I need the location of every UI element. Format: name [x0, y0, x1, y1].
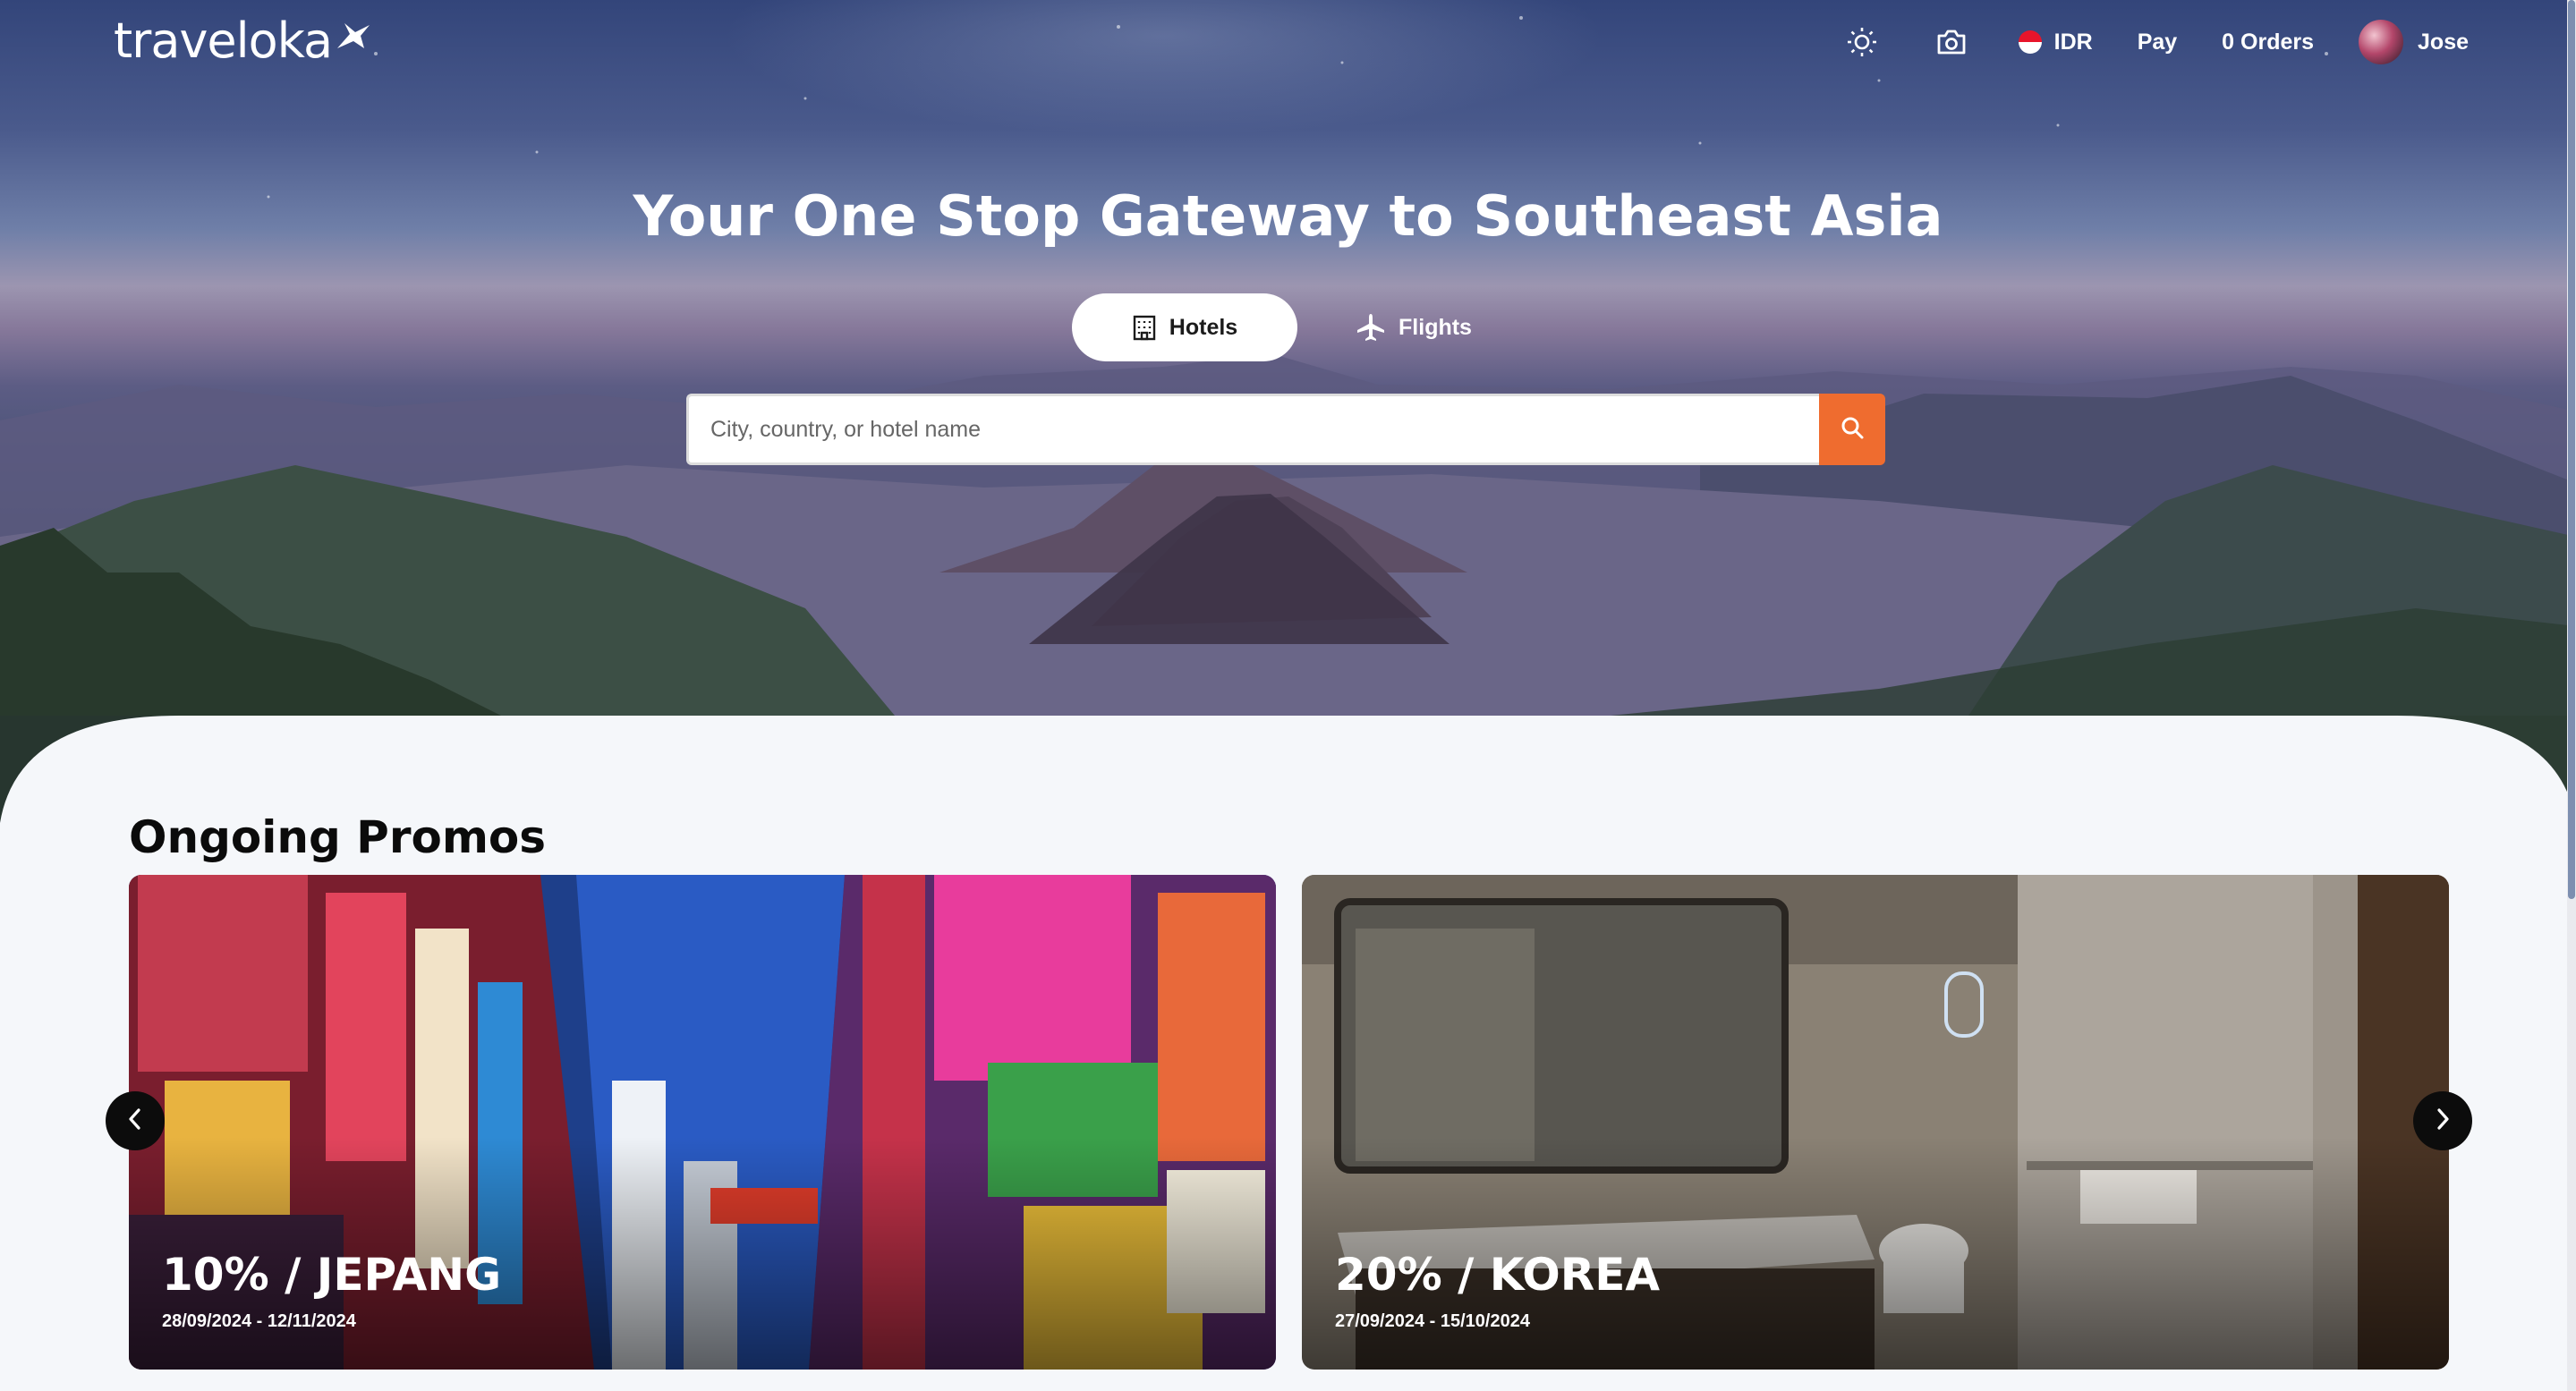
- user-name: Jose: [2418, 29, 2469, 55]
- search-bar: [686, 394, 1885, 465]
- search-input[interactable]: [686, 394, 1819, 465]
- logo-text: traveloka: [114, 13, 333, 69]
- tab-hotels[interactable]: Hotels: [1072, 293, 1297, 361]
- pay-link[interactable]: Pay: [2138, 30, 2177, 55]
- sun-icon[interactable]: [1840, 20, 1884, 64]
- carousel-prev-button[interactable]: [106, 1091, 165, 1150]
- user-menu[interactable]: Jose: [2359, 20, 2469, 64]
- scrollbar-thumb[interactable]: [2568, 0, 2575, 899]
- traveloka-logo[interactable]: traveloka: [114, 13, 371, 69]
- tab-hotels-label: Hotels: [1169, 314, 1238, 340]
- currency-label: IDR: [2053, 29, 2093, 55]
- promo-dates: 28/09/2024 - 12/11/2024: [162, 1311, 356, 1331]
- page-scrollbar[interactable]: [2567, 0, 2576, 1391]
- promo-card-japan[interactable]: 10% / JEPANG 28/09/2024 - 12/11/2024: [129, 875, 1276, 1370]
- camera-icon[interactable]: [1929, 20, 1974, 64]
- page-title: Your One Stop Gateway to Southeast Asia: [633, 183, 1943, 249]
- orders-link[interactable]: 0 Orders: [2222, 30, 2314, 55]
- search-icon: [1840, 415, 1865, 445]
- currency-selector[interactable]: IDR: [2018, 29, 2093, 55]
- promo-dates: 27/09/2024 - 15/10/2024: [1335, 1311, 1530, 1331]
- chevron-right-icon: [2433, 1107, 2453, 1135]
- top-navigation: IDR Pay 0 Orders Jose: [1795, 20, 2469, 64]
- hero-banner: [0, 0, 2576, 716]
- bird-logo-icon: [336, 7, 371, 64]
- pay-label: Pay: [2137, 29, 2178, 55]
- promo-title: 10% / JEPANG: [162, 1249, 502, 1301]
- volcano-landscape-image: [0, 16, 2576, 716]
- search-button[interactable]: [1819, 394, 1885, 465]
- indonesia-flag-icon: [2018, 30, 2042, 54]
- carousel-next-button[interactable]: [2413, 1091, 2472, 1150]
- avatar: [2359, 20, 2404, 64]
- orders-label: 0 Orders: [2222, 29, 2315, 55]
- chevron-left-icon: [125, 1107, 145, 1135]
- tab-flights-label: Flights: [1399, 314, 1472, 340]
- promo-title: 20% / KOREA: [1335, 1249, 1661, 1301]
- tab-flights[interactable]: Flights: [1333, 293, 1494, 361]
- building-icon: [1132, 314, 1157, 341]
- promo-card-korea[interactable]: 20% / KOREA 27/09/2024 - 15/10/2024: [1302, 875, 2449, 1370]
- airplane-icon: [1356, 312, 1386, 343]
- section-title-promos: Ongoing Promos: [129, 811, 547, 863]
